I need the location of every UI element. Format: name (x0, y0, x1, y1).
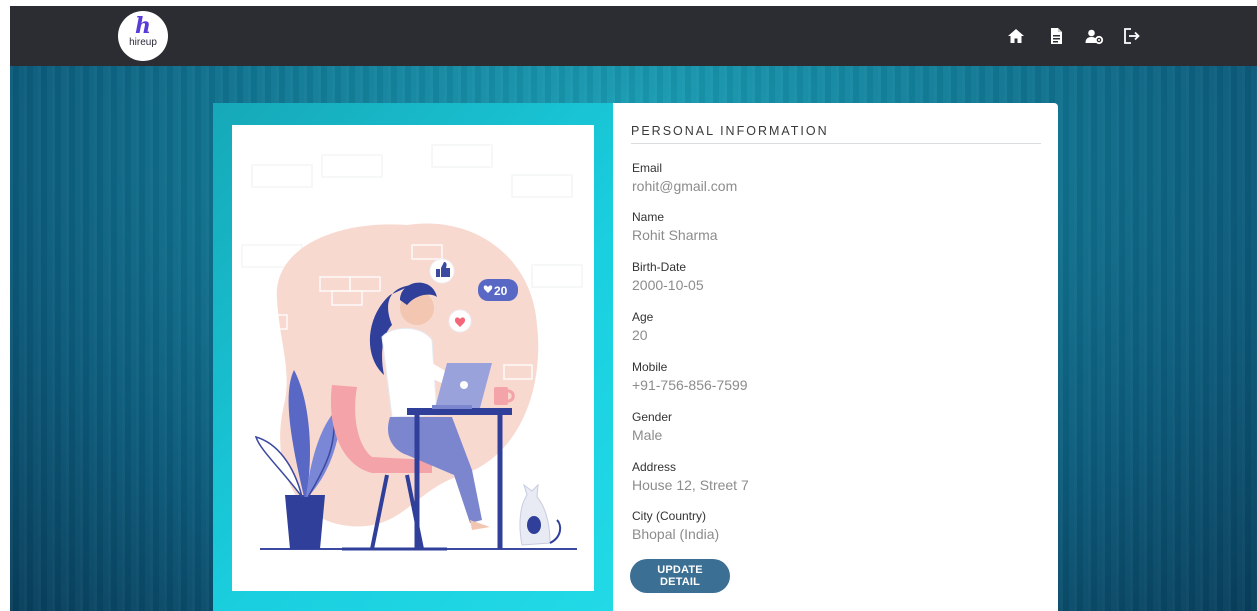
update-detail-button[interactable]: UPDATE DETAIL (630, 559, 730, 593)
email-label: Email (632, 161, 663, 175)
city-country-field: City (Country) Bhopal (India) (632, 509, 719, 544)
gender-value: Male (632, 427, 663, 443)
age-label: Age (632, 310, 654, 324)
logout-icon[interactable] (1121, 25, 1143, 47)
app-frame: h hireup 20 PERSONAL INFORMATION Email r… (10, 6, 1257, 611)
heart-count-text: 20 (494, 284, 508, 298)
name-field: Name Rohit Sharma (632, 210, 718, 245)
age-field: Age 20 (632, 310, 653, 345)
age-value: 20 (632, 327, 648, 343)
birth-date-value: 2000-10-05 (632, 277, 704, 293)
heart-count-bubble: 20 (478, 279, 518, 301)
logo-text: hireup (129, 37, 157, 48)
home-icon[interactable] (1005, 25, 1027, 47)
top-navbar: h hireup (10, 6, 1257, 66)
user-settings-icon[interactable] (1083, 25, 1105, 47)
address-label: Address (632, 460, 677, 474)
illustration-panel: 20 (213, 103, 613, 611)
address-field: Address House 12, Street 7 (632, 460, 749, 495)
birth-date-label: Birth-Date (632, 260, 687, 274)
name-label: Name (632, 210, 665, 224)
section-title: PERSONAL INFORMATION (631, 124, 1041, 144)
gender-field: Gender Male (632, 410, 672, 445)
mobile-label: Mobile (632, 360, 668, 374)
address-value: House 12, Street 7 (632, 477, 749, 493)
birth-date-field: Birth-Date 2000-10-05 (632, 260, 704, 295)
thumbs-up-icon (429, 258, 455, 284)
email-value: rohit@gmail.com (632, 178, 738, 194)
email-field: Email rohit@gmail.com (632, 161, 737, 196)
gender-label: Gender (632, 410, 673, 424)
document-icon[interactable] (1045, 25, 1067, 47)
city-country-value: Bhopal (India) (632, 526, 720, 542)
mobile-value: +91-756-856-7599 (632, 377, 748, 393)
mobile-field: Mobile +91-756-856-7599 (632, 360, 748, 395)
illustration-card: 20 (232, 125, 594, 591)
personal-info-card: PERSONAL INFORMATION Email rohit@gmail.c… (613, 103, 1058, 611)
woman-at-laptop-illustration: 20 (241, 144, 583, 551)
logo-mark: h (135, 13, 151, 39)
city-country-label: City (Country) (632, 509, 707, 523)
heart-icon (448, 309, 472, 333)
name-value: Rohit Sharma (632, 227, 718, 243)
hireup-logo[interactable]: h hireup (118, 11, 168, 61)
